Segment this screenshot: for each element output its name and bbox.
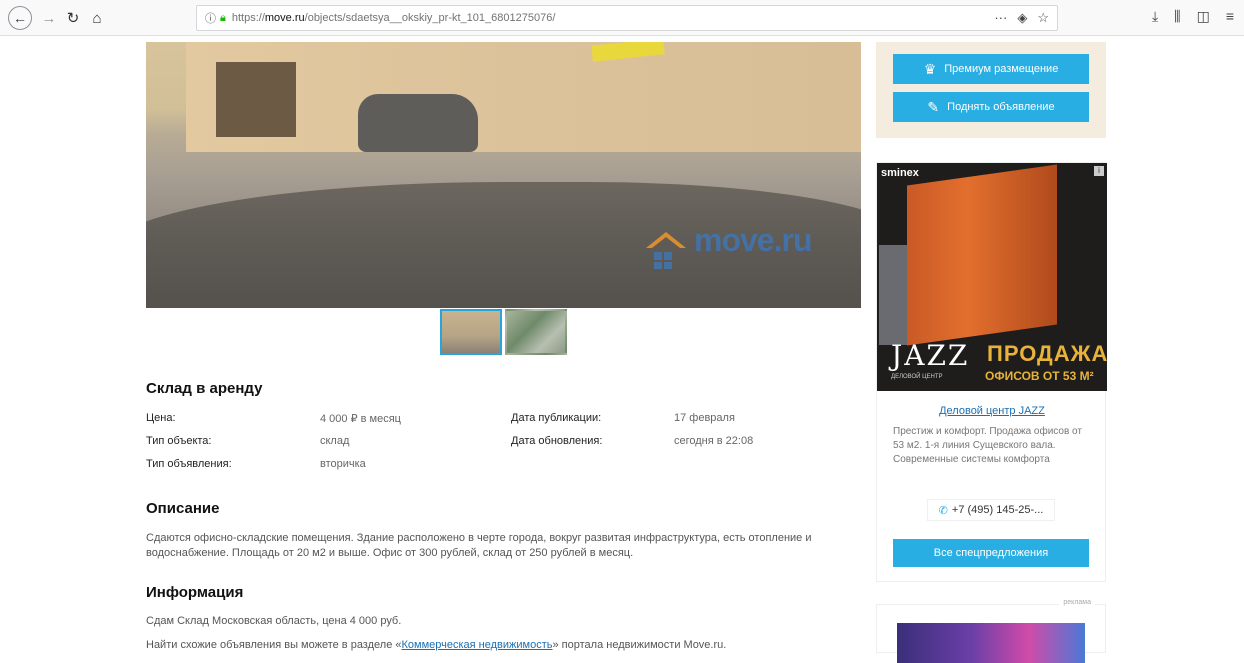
listing-photo[interactable]: move.ru (146, 42, 861, 308)
premium-button-label: Премиум размещение (944, 63, 1059, 75)
thumbnail-map[interactable] (505, 309, 567, 355)
thumbnail-photo[interactable] (440, 309, 502, 355)
info-line-2-post: » портала недвижимости Move.ru. (552, 639, 727, 651)
ad-building-left (879, 245, 909, 345)
photo-door (216, 62, 296, 137)
info-line-2-pre: Найти схожие объявления вы можете в разд… (146, 639, 402, 651)
price-value: 4 000 ₽ в месяц (320, 413, 401, 425)
premium-button[interactable]: ♛ Премиум размещение (893, 54, 1089, 84)
object-type-label: Тип объекта: (146, 435, 212, 447)
lock-icon[interactable]: 🔒︎ (220, 12, 226, 25)
description-text: Сдаются офисно-складские помещения. Здан… (146, 532, 812, 559)
published-label: Дата публикации: (511, 412, 602, 424)
listing-title: Склад в аренду (146, 380, 263, 397)
ad-jazz-logo: JAZZ (891, 339, 970, 372)
ad-jazz-subtitle: ДЕЛОВОЙ ЦЕНТР (891, 374, 943, 380)
description-heading: Описание (146, 500, 220, 517)
price-label: Цена: (146, 412, 176, 424)
ad-sale-headline: ПРОДАЖА (987, 341, 1107, 366)
updated-label: Дата обновления: (511, 435, 603, 447)
ad-sale-subline: ОФИСОВ ОТ 53 М² (985, 369, 1094, 383)
raise-ad-button-label: Поднять объявление (947, 101, 1055, 113)
reload-icon[interactable]: ↻ (62, 7, 84, 29)
forward-arrow-icon[interactable]: → (38, 7, 60, 29)
browser-toolbar: ← → ↻ ⌂ ⓘ 🔒︎ https://move.ru/objects/sda… (0, 0, 1244, 36)
updated-value: сегодня в 22:08 (674, 435, 754, 447)
raise-ad-button[interactable]: ✎ Поднять объявление (893, 92, 1089, 122)
ad-building (907, 164, 1057, 346)
pocket-icon[interactable]: ◈ (1017, 10, 1027, 26)
info-line-2: Найти схожие объявления вы можете в разд… (146, 639, 726, 651)
url-bar[interactable]: ⓘ 🔒︎ https://move.ru/objects/sdaetsya__o… (196, 5, 1058, 31)
crown-icon: ♛ (923, 60, 937, 77)
ad-description: Престиж и комфорт. Продажа офисов от 53 … (893, 426, 1082, 465)
ad-phone-number: +7 (495) 145-25-... (951, 504, 1044, 516)
published-value: 17 февраля (674, 412, 735, 424)
ad-banner-2[interactable] (897, 623, 1085, 663)
sidebar-icon[interactable]: ◫ (1197, 8, 1210, 25)
photo-car (358, 94, 478, 152)
photo-watermark: move.ru (694, 222, 812, 258)
ad-block-2: реклама (876, 599, 1106, 663)
ad-title-link[interactable]: Деловой центр JAZZ (877, 405, 1107, 417)
ad-phone-button[interactable]: ✆ +7 (495) 145-25-... (927, 499, 1055, 521)
ad-type-value: вторичка (320, 458, 366, 470)
home-icon[interactable]: ⌂ (86, 7, 108, 29)
info-icon[interactable]: ⓘ (205, 10, 216, 26)
watermark-house-icon (646, 232, 686, 269)
phone-icon: ✆ (938, 504, 948, 517)
commercial-realty-link[interactable]: Коммерческая недвижимость (402, 639, 553, 651)
page-actions-icon[interactable]: ··· (994, 10, 1007, 26)
all-offers-button[interactable]: Все спецпредложения (893, 539, 1089, 567)
ad-brand: sminex (881, 167, 919, 179)
ad-type-label: Тип объявления: (146, 458, 232, 470)
back-arrow-icon[interactable]: ← (8, 6, 32, 30)
photo-thumbnails (440, 309, 567, 355)
download-icon[interactable]: ⤓ (1152, 8, 1158, 25)
ad-label: реклама (1059, 599, 1095, 606)
object-type-value: склад (320, 435, 350, 447)
ad-banner[interactable]: sminex i JAZZ ДЕЛОВОЙ ЦЕНТР ПРОДАЖА ОФИС… (877, 163, 1107, 391)
bookmark-star-icon[interactable]: ☆ (1037, 10, 1049, 26)
edit-icon: ✎ (927, 98, 940, 115)
menu-icon[interactable]: ≡ (1226, 8, 1234, 25)
library-icon[interactable]: ⫼ (1174, 8, 1180, 25)
ad-block: sminex i JAZZ ДЕЛОВОЙ ЦЕНТР ПРОДАЖА ОФИС… (876, 162, 1107, 582)
url-text[interactable]: https://move.ru/objects/sdaetsya__okskiy… (232, 12, 994, 24)
info-line-1: Сдам Склад Московская область, цена 4 00… (146, 615, 402, 627)
info-heading: Информация (146, 584, 244, 601)
promo-box: ♛ Премиум размещение ✎ Поднять объявлени… (876, 42, 1106, 138)
ad-info-icon[interactable]: i (1094, 166, 1104, 176)
